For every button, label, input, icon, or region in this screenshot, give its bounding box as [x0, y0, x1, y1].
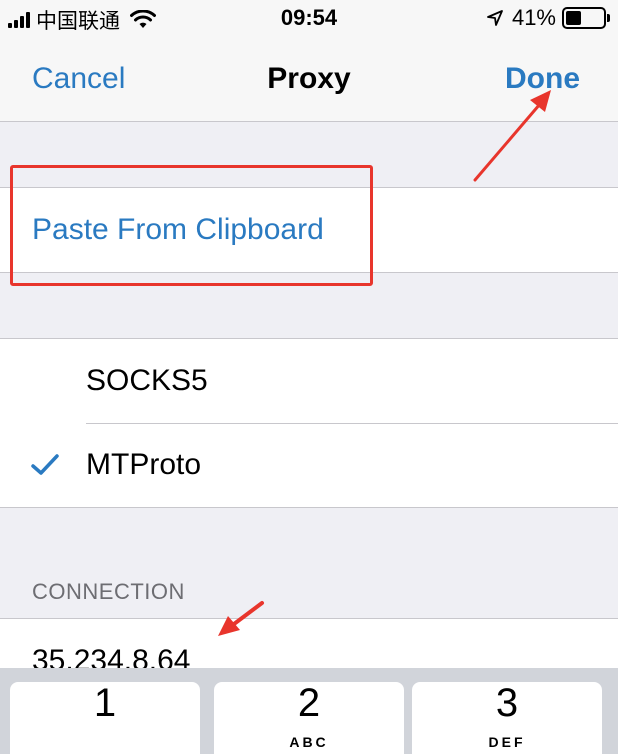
key-2[interactable]: 2 ABC: [214, 682, 404, 754]
key-letters: DEF: [488, 734, 526, 750]
battery-fill: [566, 11, 581, 25]
option-label: MTProto: [86, 448, 202, 481]
status-bar: 中国联通 09:54 41%: [0, 0, 618, 38]
status-right: 41%: [486, 5, 610, 31]
top-bar: 中国联通 09:54 41% Cancel Proxy Done: [0, 0, 618, 122]
option-mtproto[interactable]: MTProto: [0, 423, 618, 507]
done-button[interactable]: Done: [505, 62, 580, 96]
key-1[interactable]: 1: [10, 682, 200, 754]
key-digit: 3: [495, 681, 519, 725]
proxy-type-list: SOCKS5 MTProto: [0, 338, 618, 508]
screen: 中国联通 09:54 41% Cancel Proxy Done Paste F…: [0, 0, 618, 754]
battery-icon: [562, 7, 606, 29]
connection-section-header: CONNECTION: [32, 579, 185, 604]
checkmark-icon: [31, 454, 59, 475]
option-socks5[interactable]: SOCKS5: [0, 339, 618, 423]
key-letters: ABC: [289, 734, 329, 750]
battery-percent: 41%: [511, 5, 556, 30]
option-label: SOCKS5: [86, 364, 208, 397]
location-arrow-icon: [487, 10, 503, 26]
key-3[interactable]: 3 DEF: [412, 682, 602, 754]
key-digit: 1: [93, 681, 117, 725]
battery-tip: [607, 14, 610, 22]
nav-bar: Cancel Proxy Done: [0, 38, 618, 122]
annotation-highlight-box: [10, 165, 373, 286]
key-digit: 2: [297, 681, 321, 725]
numeric-keyboard: 1 2 ABC 3 DEF: [0, 668, 618, 754]
